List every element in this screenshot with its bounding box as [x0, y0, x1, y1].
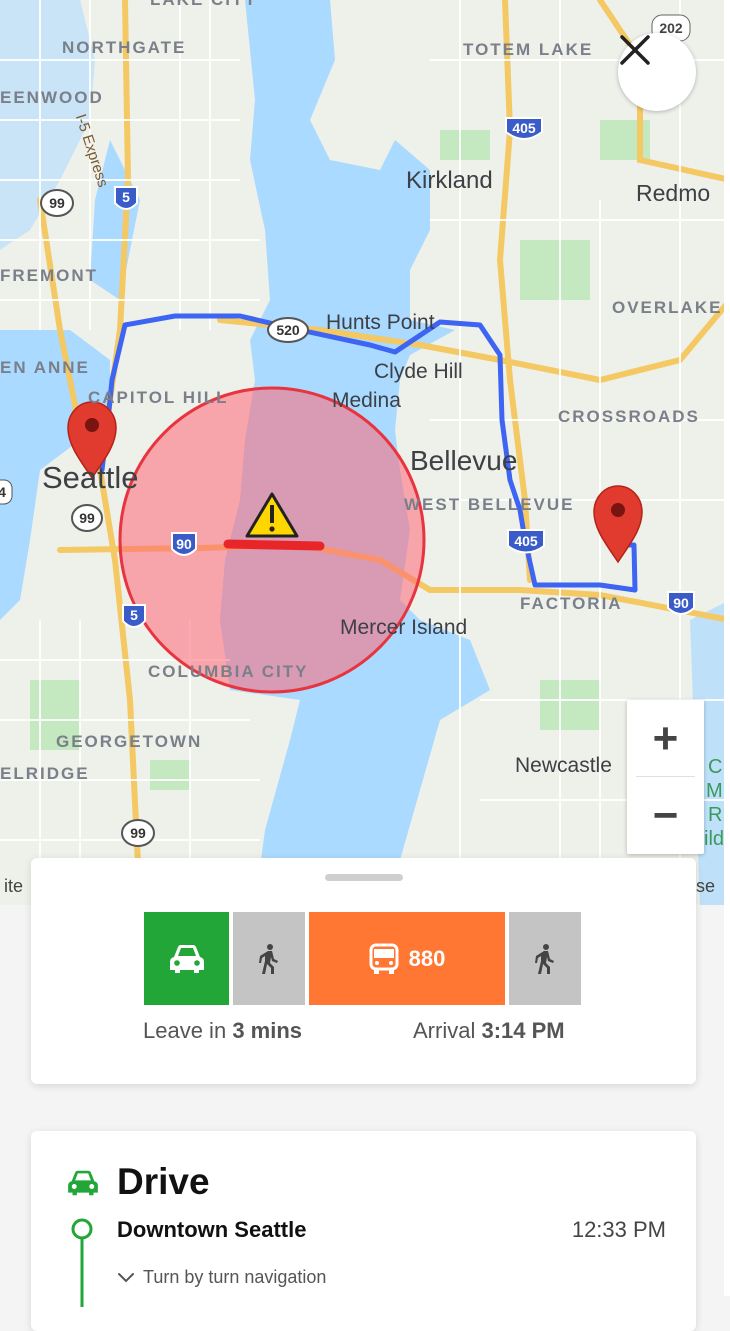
label-newcastle: Newcastle	[515, 754, 612, 777]
label-mercer-island: Mercer Island	[340, 616, 468, 639]
arrival-time: Arrival 3:14 PM	[413, 1018, 565, 1044]
shield-90: 90	[673, 595, 689, 611]
bus-route-number: 880	[408, 945, 446, 971]
map-view[interactable]: 202 405 99 5 520 99 90 405 5 90 99 4 NOR…	[0, 0, 730, 905]
label-crossroads: CROSSROADS	[558, 407, 700, 426]
shield-405: 405	[512, 120, 536, 136]
leave-time: Leave in 3 mins	[143, 1018, 302, 1044]
mode-walk-segment[interactable]	[233, 912, 305, 1005]
traffic-jam-segment	[223, 539, 325, 551]
label-factoria: FACTORIA	[520, 594, 623, 613]
label-greenwood: EENWOOD	[0, 88, 104, 107]
label-totem-lake: TOTEM LAKE	[463, 40, 594, 59]
walk-icon	[259, 943, 278, 974]
label-lake-city: LAKE CITY	[150, 0, 258, 10]
map-edge-text-r: R	[708, 804, 723, 826]
label-kirkland: Kirkland	[406, 167, 493, 194]
label-overlake: OVERLAKE	[612, 298, 723, 317]
label-west-bellevue: WEST BELLEVUE	[404, 495, 575, 514]
zoom-out-button[interactable]: −	[627, 777, 704, 854]
label-columbia-city: COLUMBIA CITY	[148, 662, 309, 681]
drag-handle[interactable]	[325, 874, 403, 881]
walk-icon	[535, 943, 554, 974]
label-bellevue: Bellevue	[410, 445, 518, 476]
zoom-control: + −	[627, 700, 704, 854]
turn-by-turn-toggle[interactable]: Turn by turn navigation	[117, 1267, 326, 1288]
shield-90: 90	[176, 536, 192, 552]
label-georgetown: GEORGETOWN	[56, 732, 203, 751]
mode-drive-segment[interactable]	[144, 912, 229, 1005]
label-hunts-point: Hunts Point	[326, 311, 435, 334]
zoom-in-button[interactable]: +	[627, 700, 704, 777]
label-seattle: Seattle	[42, 460, 139, 495]
label-medina: Medina	[332, 389, 401, 412]
mode-walk-final-segment[interactable]	[509, 912, 581, 1005]
shield-5: 5	[122, 189, 130, 205]
close-icon	[620, 35, 650, 65]
zoom-divider	[636, 776, 695, 777]
steps-card: Drive Downtown Seattle 12:33 PM Turn by …	[31, 1131, 696, 1331]
bus-icon	[369, 943, 399, 974]
shield-405: 405	[514, 533, 538, 549]
close-button[interactable]	[618, 33, 696, 111]
shield-99: 99	[130, 825, 146, 841]
turn-by-turn-label: Turn by turn navigation	[143, 1267, 327, 1287]
map-edge-text-m: M	[706, 780, 723, 802]
label-redmond: Redmo	[636, 180, 711, 206]
leave-value: 3 mins	[232, 1018, 303, 1043]
label-queen-anne: EN ANNE	[0, 358, 90, 377]
car-icon	[169, 944, 204, 973]
map-canvas: 202 405 99 5 520 99 90 405 5 90 99 4	[0, 0, 730, 905]
shield-520: 520	[276, 322, 300, 338]
leave-prefix: Leave in	[143, 1018, 227, 1043]
chevron-down-icon	[118, 1272, 134, 1282]
shield-99: 99	[49, 195, 65, 211]
arrival-prefix: Arrival	[413, 1018, 476, 1043]
zoom-out-label: −	[652, 790, 679, 840]
transit-mode-bar: 880	[144, 912, 581, 1005]
step-mode-title: Drive	[117, 1161, 210, 1202]
label-northgate: NORTHGATE	[62, 38, 187, 57]
shield-4: 4	[0, 484, 6, 500]
departure-time: 12:33 PM	[571, 1217, 666, 1242]
mode-bus-segment[interactable]: 880	[309, 912, 505, 1005]
incident-zone	[118, 386, 426, 694]
shield-99: 99	[79, 510, 95, 526]
map-corner-text-left: ite	[4, 876, 24, 896]
origin-name: Downtown Seattle	[117, 1217, 307, 1242]
map-edge-text-ild: ild	[704, 828, 725, 850]
label-clyde-hill: Clyde Hill	[374, 360, 463, 383]
map-corner-text-right: se	[696, 876, 716, 896]
trip-summary-card: 880 Leave in 3 mins Arrival 3:14 PM	[31, 858, 696, 1084]
shield-5: 5	[130, 607, 138, 623]
label-fremont: FREMONT	[0, 266, 99, 285]
page-edge	[724, 0, 730, 1296]
zoom-in-label: +	[652, 713, 679, 763]
arrival-value: 3:14 PM	[481, 1018, 565, 1043]
map-edge-text-c: C	[708, 756, 723, 778]
label-delridge: ELRIDGE	[0, 764, 90, 783]
route-timeline	[71, 1218, 93, 1307]
car-icon	[68, 1170, 98, 1196]
label-capitol-hill: CAPITOL HILL	[88, 388, 229, 407]
